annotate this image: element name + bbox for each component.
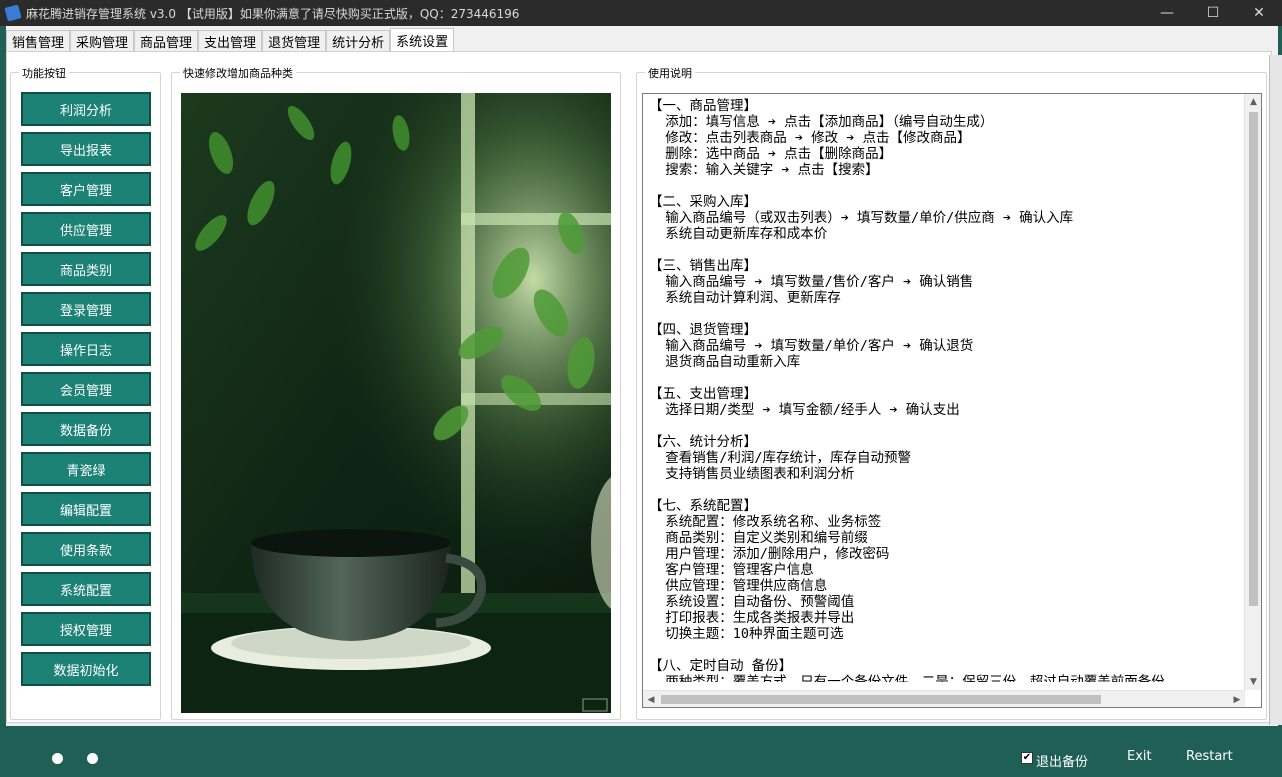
tab-returns[interactable]: 退货管理 (262, 30, 327, 52)
profit-analysis-button[interactable]: 利润分析 (21, 92, 151, 126)
help-line: 支持销售员业绩图表和利润分析 (649, 466, 855, 482)
product-category-button[interactable]: 商品类别 (21, 252, 151, 286)
help-line (649, 642, 1239, 658)
help-line: 系统自动更新库存和成本价 (649, 226, 828, 242)
help-section-heading: 【六、统计分析】 (649, 434, 757, 450)
help-line: 添加：填写信息 ➔ 点击【添加商品】（编号自动生成） (649, 114, 994, 130)
operation-log-button[interactable]: 操作日志 (21, 332, 151, 366)
terms-of-use-button[interactable]: 使用条款 (21, 532, 151, 566)
group-label: 使用说明 (645, 65, 695, 81)
tab-purchase[interactable]: 采购管理 (70, 30, 135, 52)
help-line (649, 370, 1239, 386)
help-textbox[interactable]: 【一、商品管理】 添加：填写信息 ➔ 点击【添加商品】（编号自动生成） 修改：点… (642, 93, 1262, 708)
photo-illustration (181, 93, 611, 713)
product-image-group: 快速修改增加商品种类 (171, 65, 621, 720)
title-bar: 麻花腾进销存管理系统 v3.0 【试用版】如果你满意了请尽快购买正式版，QQ：2… (0, 0, 1282, 26)
help-section-heading: 【一、商品管理】 (649, 98, 757, 114)
scroll-left-arrow-icon[interactable]: ◀ (643, 691, 659, 707)
help-line: 退货商品自动重新入库 (649, 354, 801, 370)
coffee-cup-window-photo (181, 93, 611, 713)
help-line: 供应管理：管理供应商信息 (649, 578, 828, 594)
vertical-scroll-thumb[interactable] (1249, 112, 1258, 606)
help-text-content: 【一、商品管理】 添加：填写信息 ➔ 点击【添加商品】（编号自动生成） 修改：点… (649, 98, 1239, 682)
help-line: 客户管理：管理客户信息 (649, 562, 814, 578)
restart-button[interactable]: Restart (1186, 749, 1233, 764)
help-line: 查看销售/利润/库存统计，库存自动预警 (649, 450, 912, 466)
help-line: 输入商品编号 ➔ 填写数量/售价/客户 ➔ 确认销售 (649, 274, 974, 290)
group-label: 功能按钮 (19, 65, 69, 81)
horizontal-scroll-thumb[interactable] (661, 695, 1101, 704)
help-line: 打印报表：生成各类报表并导出 (649, 610, 855, 626)
data-initialize-button[interactable]: 数据初始化 (21, 652, 151, 686)
main-client-area: 销售管理 采购管理 商品管理 支出管理 退货管理 统计分析 系统设置 功能按钮 … (6, 26, 1278, 726)
edit-config-button[interactable]: 编辑配置 (21, 492, 151, 526)
exit-button[interactable]: Exit (1127, 749, 1152, 764)
help-line: 输入商品编号 ➔ 填写数量/单价/客户 ➔ 确认退货 (649, 338, 974, 354)
help-line: 删除：选中商品 ➔ 点击【删除商品】 (649, 146, 893, 162)
help-section-heading: 【七、系统配置】 (649, 498, 757, 514)
help-section-heading: 【八、定时自动 备份】 (649, 658, 793, 674)
app-icon (4, 4, 22, 22)
status-dot-icon (52, 753, 63, 764)
close-button[interactable]: ✕ (1236, 0, 1282, 26)
help-line: 用户管理：添加/删除用户，修改密码 (649, 546, 890, 562)
help-line (649, 418, 1239, 434)
help-line: 系统设置：自动备份、预警阈值 (649, 594, 855, 610)
help-line (649, 482, 1239, 498)
scroll-up-arrow-icon[interactable]: ▲ (1245, 94, 1261, 110)
tab-page-system-settings: 功能按钮 利润分析 导出报表 客户管理 供应管理 商品类别 登录管理 操作日志 … (6, 51, 1272, 723)
help-line: 切换主题：10种界面主题可选 (649, 626, 844, 642)
theme-celadon-button[interactable]: 青瓷绿 (21, 452, 151, 486)
tab-sales[interactable]: 销售管理 (6, 30, 71, 52)
minimize-button[interactable]: — (1144, 0, 1190, 26)
supplier-management-button[interactable]: 供应管理 (21, 212, 151, 246)
help-line: 输入商品编号（或双击列表）➔ 填写数量/单价/供应商 ➔ 确认入库 (649, 210, 1074, 226)
help-line (649, 306, 1239, 322)
tab-statistics[interactable]: 统计分析 (326, 30, 391, 52)
maximize-button[interactable]: ☐ (1190, 0, 1236, 26)
system-config-button[interactable]: 系统配置 (21, 572, 151, 606)
help-section-heading: 【四、退货管理】 (649, 322, 757, 338)
help-line: 修改：点击列表商品 ➔ 修改 ➔ 点击【修改商品】 (649, 130, 971, 146)
exit-backup-checkbox[interactable]: ✔ (1021, 752, 1033, 764)
scroll-right-arrow-icon[interactable]: ▶ (1229, 691, 1245, 707)
horizontal-scrollbar[interactable]: ◀ ▶ (643, 690, 1245, 707)
status-dot-icon (87, 753, 98, 764)
window-controls: — ☐ ✕ (1144, 0, 1282, 26)
help-line (649, 178, 1239, 194)
help-section-heading: 【二、采购入库】 (649, 194, 757, 210)
help-line: 系统配置：修改系统名称、业务标签 (649, 514, 882, 530)
scroll-down-arrow-icon[interactable]: ▼ (1245, 674, 1261, 690)
tab-strip: 销售管理 采购管理 商品管理 支出管理 退货管理 统计分析 系统设置 (6, 28, 455, 52)
tab-products[interactable]: 商品管理 (134, 30, 199, 52)
help-line: 搜索：输入关键字 ➔ 点击【搜索】 (649, 162, 879, 178)
data-backup-button[interactable]: 数据备份 (21, 412, 151, 446)
export-report-button[interactable]: 导出报表 (21, 132, 151, 166)
group-label: 快速修改增加商品种类 (180, 65, 296, 81)
license-management-button[interactable]: 授权管理 (21, 612, 151, 646)
function-buttons-group: 功能按钮 利润分析 导出报表 客户管理 供应管理 商品类别 登录管理 操作日志 … (10, 65, 161, 720)
help-line: 系统自动计算利润、更新库存 (649, 290, 841, 306)
login-management-button[interactable]: 登录管理 (21, 292, 151, 326)
tab-system-settings[interactable]: 系统设置 (390, 28, 455, 52)
help-line: 两种类型：覆盖方式，只有一个备份文件，二是：保留三份，超过自动覆盖前面备份 (649, 674, 1165, 682)
help-section-heading: 【五、支出管理】 (649, 386, 757, 402)
member-management-button[interactable]: 会员管理 (21, 372, 151, 406)
window-title: 麻花腾进销存管理系统 v3.0 【试用版】如果你满意了请尽快购买正式版，QQ：2… (26, 6, 520, 21)
exit-backup-label[interactable]: 退出备份 (1036, 751, 1088, 770)
help-section-heading: 【三、销售出库】 (649, 258, 757, 274)
customer-management-button[interactable]: 客户管理 (21, 172, 151, 206)
vertical-scrollbar[interactable]: ▲ ▼ (1244, 94, 1261, 690)
window-edge-scrollbar (1269, 55, 1282, 725)
help-line: 商品类别：自定义类别和编号前缀 (649, 530, 868, 546)
help-line (649, 242, 1239, 258)
help-line: 选择日期/类型 ➔ 填写金额/经手人 ➔ 确认支出 (649, 402, 960, 418)
footer-bar: ✔ 退出备份 Exit Restart (0, 727, 1282, 777)
tab-expenses[interactable]: 支出管理 (198, 30, 263, 52)
help-instructions-group: 使用说明 【一、商品管理】 添加：填写信息 ➔ 点击【添加商品】（编号自动生成）… (636, 65, 1267, 720)
